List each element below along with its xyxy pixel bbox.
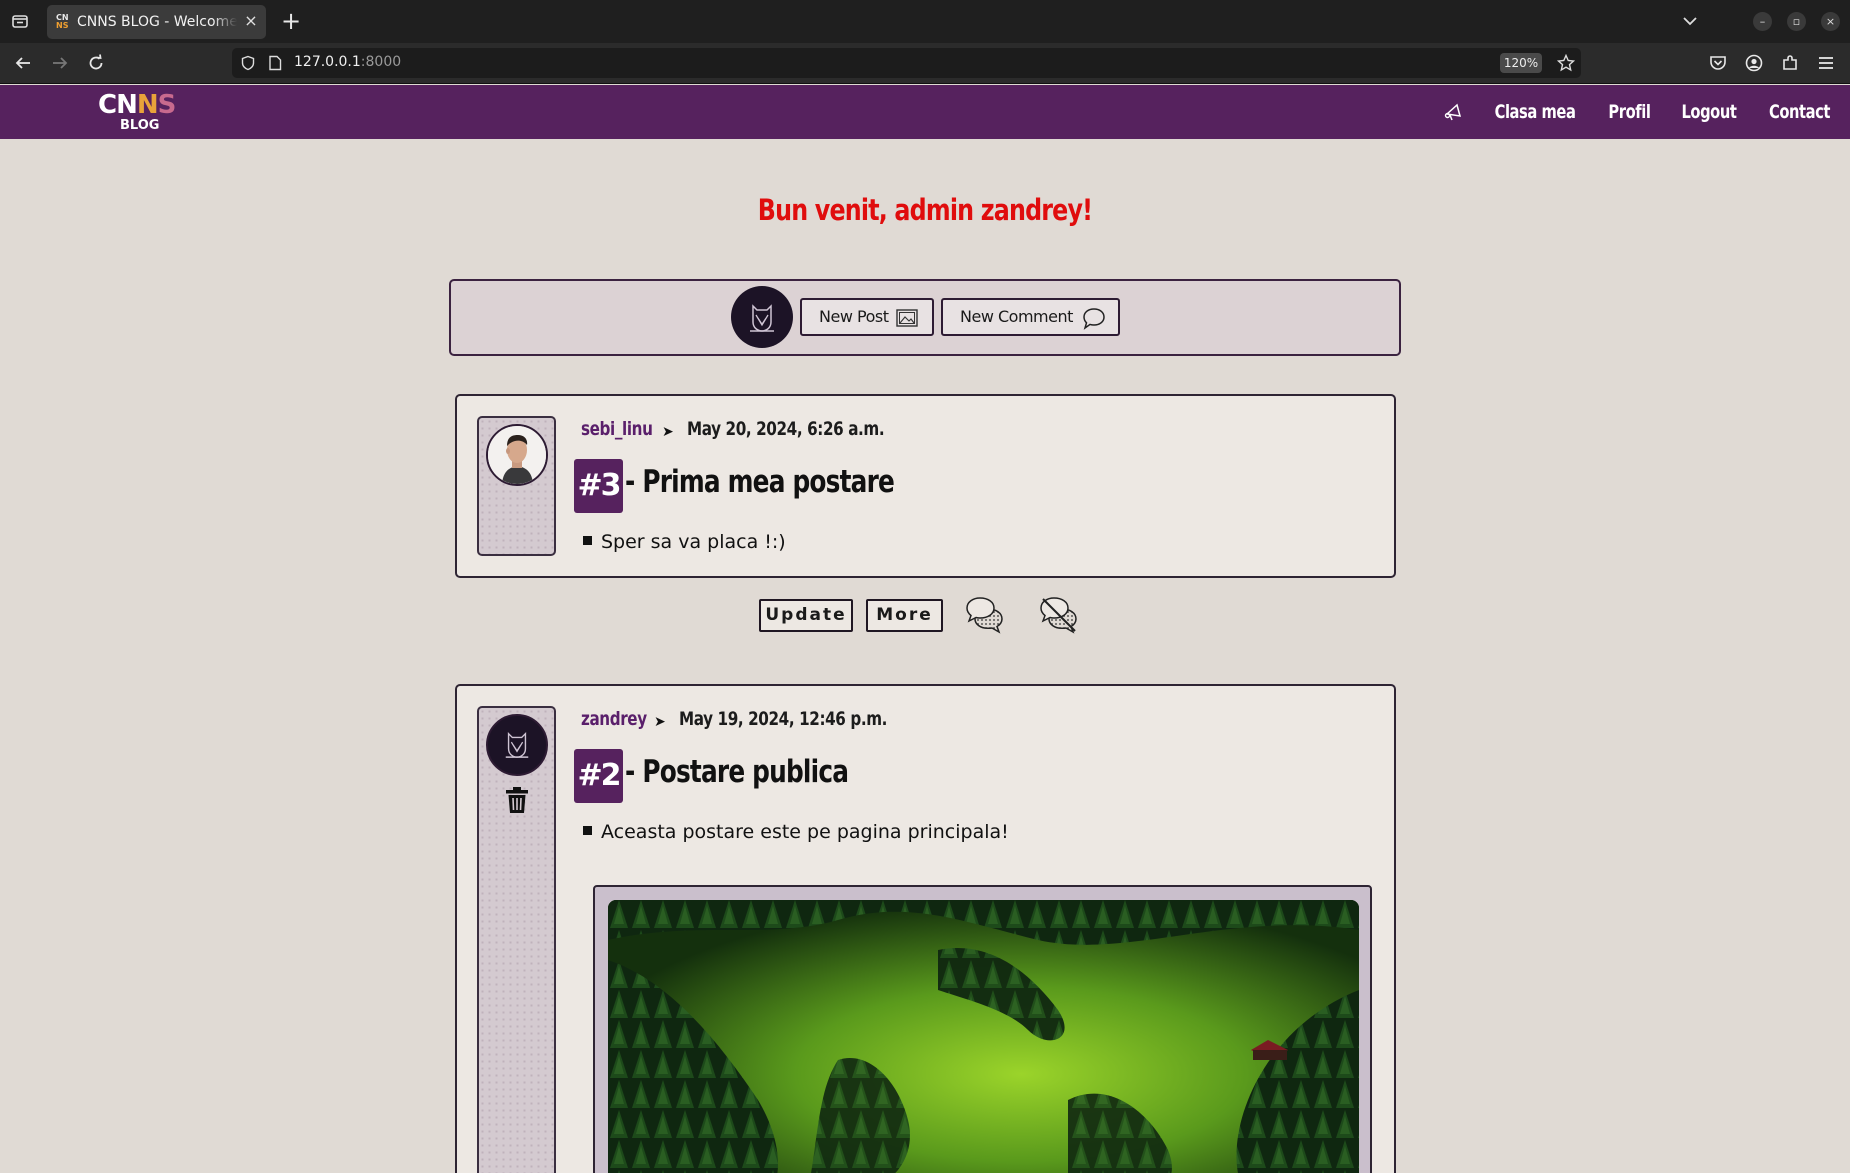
new-post-button[interactable]: New Post bbox=[800, 298, 934, 336]
logo-subtitle: BLOG bbox=[120, 118, 160, 133]
close-tab-icon[interactable]: × bbox=[243, 13, 259, 29]
action-bar: New Post New Comment bbox=[449, 279, 1401, 356]
megaphone-icon[interactable] bbox=[1443, 101, 1465, 123]
post-body: Sper sa va placa !:) bbox=[583, 531, 786, 553]
post-card: sebi_linu ➤ May 20, 2024, 6:26 a.m. #3 -… bbox=[455, 394, 1396, 578]
author-photo bbox=[488, 426, 546, 484]
logo-mark: CNNS bbox=[98, 90, 176, 120]
arrow-right-icon: ➤ bbox=[662, 424, 674, 440]
nav-link-profil[interactable]: Profil bbox=[1609, 101, 1651, 123]
restore-window-icon[interactable]: ▫ bbox=[1787, 12, 1806, 31]
minimize-window-icon[interactable]: – bbox=[1753, 12, 1772, 31]
address-bar[interactable]: 127.0.0.1:8000 120% bbox=[232, 48, 1581, 78]
close-window-icon[interactable]: × bbox=[1821, 12, 1840, 31]
welcome-heading: Bun venit, admin zandrey! bbox=[757, 193, 1093, 227]
site-favicon-icon: CN NS bbox=[56, 13, 69, 30]
nav-link-contact[interactable]: Contact bbox=[1769, 101, 1830, 123]
shield-icon[interactable] bbox=[240, 55, 256, 71]
tab-list-icon[interactable] bbox=[10, 11, 30, 31]
owl-icon bbox=[750, 304, 774, 332]
browser-nav-bar: 127.0.0.1:8000 120% bbox=[0, 43, 1850, 84]
main-nav: Clasa mea Profil Logout Contact bbox=[1443, 85, 1835, 139]
post-author-panel bbox=[477, 706, 556, 1173]
post-body-text: Aceasta postare este pe pagina principal… bbox=[601, 821, 1009, 843]
zoom-level[interactable]: 120% bbox=[1500, 53, 1542, 73]
speech-bubble-icon bbox=[1083, 308, 1105, 330]
arrow-right-icon: ➤ bbox=[654, 714, 666, 730]
chat-bubbles-icon[interactable] bbox=[964, 594, 1006, 636]
post-number: #3 bbox=[574, 459, 623, 513]
update-button[interactable]: Update bbox=[759, 599, 853, 632]
site-logo[interactable]: CNNS BLOG bbox=[98, 91, 180, 135]
url-text[interactable]: 127.0.0.1:8000 bbox=[294, 54, 401, 70]
more-button[interactable]: More bbox=[866, 599, 943, 632]
page-icon bbox=[269, 55, 282, 71]
chevron-down-icon[interactable] bbox=[1681, 12, 1699, 30]
new-tab-icon[interactable]: + bbox=[280, 9, 302, 33]
post-author-link[interactable]: sebi_linu bbox=[581, 418, 653, 440]
back-icon[interactable] bbox=[13, 53, 33, 73]
post-date: May 20, 2024, 6:26 a.m. bbox=[687, 418, 885, 440]
nav-link-logout[interactable]: Logout bbox=[1682, 101, 1737, 123]
bullet-square-icon bbox=[583, 536, 592, 545]
chat-bubbles-off-icon[interactable] bbox=[1038, 594, 1080, 636]
user-avatar[interactable] bbox=[731, 286, 793, 348]
account-icon[interactable] bbox=[1744, 53, 1764, 73]
url-host: 127.0.0.1 bbox=[294, 54, 361, 70]
extensions-icon[interactable] bbox=[1780, 53, 1800, 73]
forward-icon[interactable] bbox=[50, 53, 70, 73]
forest-landscape-image bbox=[608, 900, 1359, 1173]
site-header: CNNS BLOG Clasa mea Profil Logout Contac… bbox=[0, 85, 1850, 139]
post-title[interactable]: - Prima mea postare bbox=[625, 464, 895, 500]
bookmark-star-icon[interactable] bbox=[1557, 54, 1575, 72]
new-post-label: New Post bbox=[819, 307, 889, 326]
author-avatar[interactable] bbox=[486, 424, 548, 486]
post-number: #2 bbox=[574, 749, 623, 803]
url-port: :8000 bbox=[360, 54, 402, 70]
post-date: May 19, 2024, 12:46 p.m. bbox=[679, 708, 888, 730]
reload-icon[interactable] bbox=[86, 53, 106, 73]
browser-tab-bar: CNNS CNNS BLOG - Welcome, zandrey × + – … bbox=[0, 0, 1850, 43]
post-image[interactable] bbox=[608, 900, 1359, 1173]
post-body: Aceasta postare este pe pagina principal… bbox=[583, 821, 1009, 843]
author-avatar[interactable] bbox=[486, 714, 548, 776]
post-image-frame bbox=[593, 885, 1372, 1173]
post-card: zandrey ➤ May 19, 2024, 12:46 p.m. #2 - … bbox=[455, 684, 1396, 1173]
owl-icon bbox=[505, 731, 529, 758]
post-author-link[interactable]: zandrey bbox=[581, 708, 647, 730]
nav-link-clasa-mea[interactable]: Clasa mea bbox=[1495, 101, 1576, 123]
browser-tab[interactable]: CNNS CNNS BLOG - Welcome, zandrey × bbox=[47, 5, 266, 39]
trash-icon[interactable] bbox=[505, 786, 529, 814]
new-comment-label: New Comment bbox=[960, 307, 1073, 326]
post-author-panel bbox=[477, 416, 556, 556]
image-icon bbox=[896, 309, 918, 327]
app-menu-icon[interactable] bbox=[1816, 53, 1836, 73]
new-comment-button[interactable]: New Comment bbox=[941, 298, 1120, 336]
post-title[interactable]: - Postare publica bbox=[625, 754, 849, 790]
tab-title: CNNS BLOG - Welcome, zandrey bbox=[77, 14, 237, 30]
pocket-icon[interactable] bbox=[1708, 53, 1728, 73]
bullet-square-icon bbox=[583, 826, 592, 835]
post-body-text: Sper sa va placa !:) bbox=[601, 531, 786, 553]
